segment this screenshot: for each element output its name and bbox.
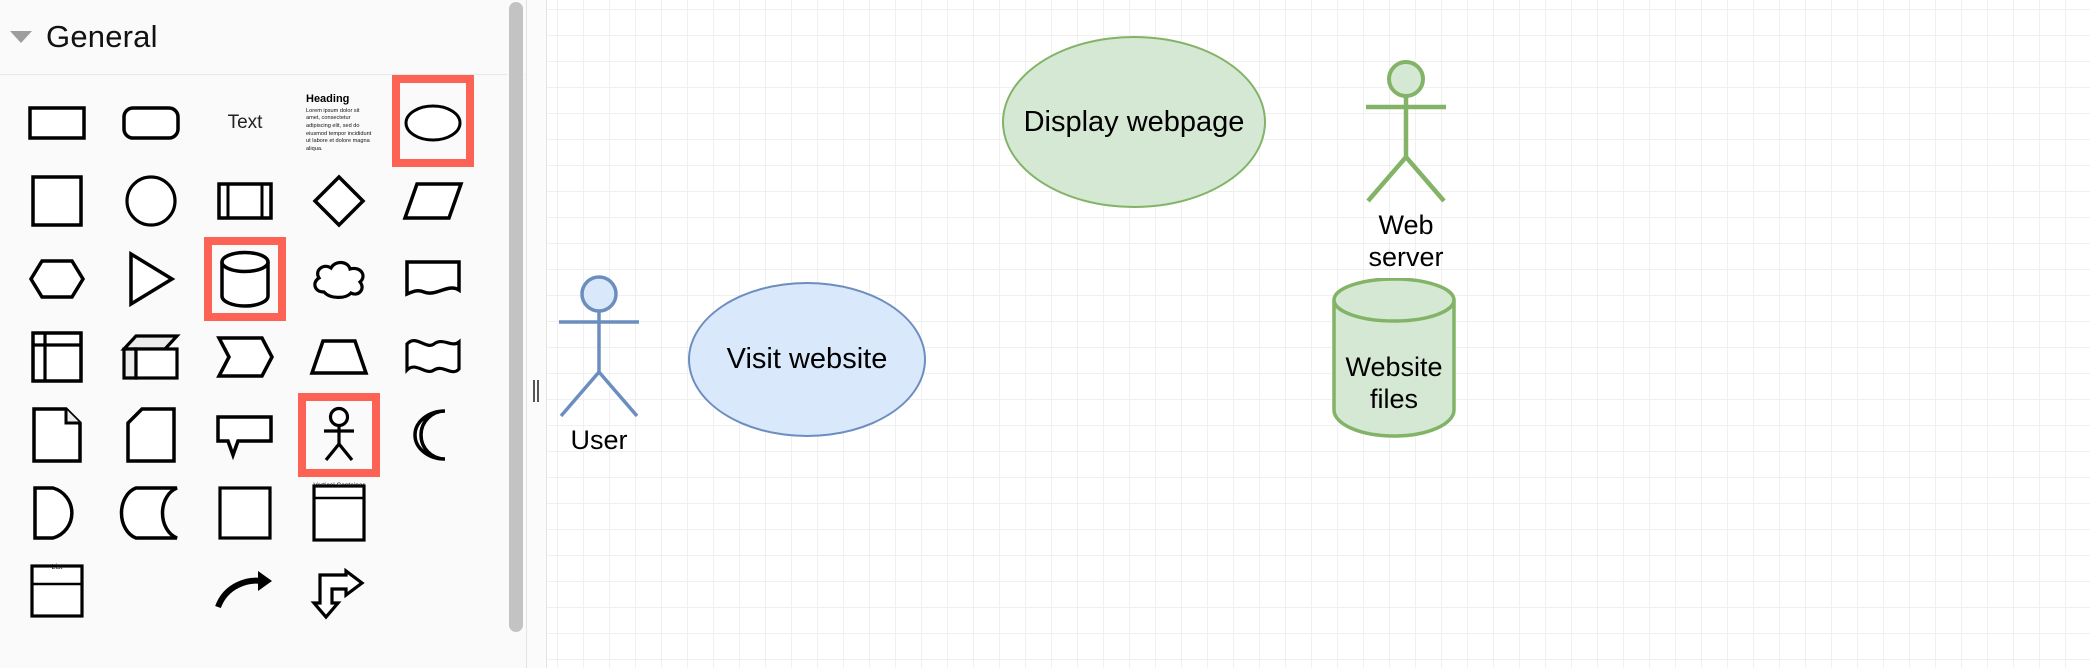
- shape-row: [0, 323, 526, 391]
- panel-splitter[interactable]: [527, 0, 547, 668]
- shape-process[interactable]: [210, 167, 280, 235]
- user-actor-icon[interactable]: [547, 273, 663, 423]
- shape-row: Text Heading Lorem ipsum dolor sit amet,…: [0, 75, 526, 167]
- caret-down-icon[interactable]: [10, 31, 32, 43]
- shape-or[interactable]: [398, 401, 468, 469]
- shape-section-title: General: [46, 19, 158, 54]
- shape-ellipse[interactable]: [392, 75, 474, 167]
- shape-curved-arrow[interactable]: [210, 557, 280, 625]
- shape-rounded-rectangle[interactable]: [116, 89, 186, 157]
- shape-textbox-body: Lorem ipsum dolor sit amet, consectetur …: [306, 107, 372, 152]
- node-website-files[interactable]: Website files: [1332, 278, 1456, 438]
- display-webpage-label: Display webpage: [1023, 105, 1245, 138]
- shape-cylinder[interactable]: [204, 237, 286, 321]
- shape-data-storage[interactable]: [116, 479, 186, 547]
- diagram-canvas[interactable]: Display webpage Web server User Visit we…: [547, 0, 2090, 668]
- shape-triangle[interactable]: [116, 245, 186, 313]
- shape-callout[interactable]: [210, 401, 280, 469]
- shape-row: List: [0, 557, 526, 625]
- shape-spacer: [116, 557, 186, 625]
- shape-hexagon[interactable]: [22, 245, 92, 313]
- web-server-label: Web server: [1368, 210, 1444, 272]
- shape-rectangle[interactable]: [22, 89, 92, 157]
- shape-vertical-container[interactable]: Vertical Container: [304, 479, 374, 547]
- shape-internal-storage[interactable]: [22, 323, 92, 391]
- shape-double-arrow[interactable]: [304, 557, 374, 625]
- shape-row: Vertical Container: [0, 479, 526, 547]
- shape-list-label: List: [51, 564, 63, 571]
- shape-text-label: Text: [227, 112, 263, 133]
- web-server-actor-icon[interactable]: [1342, 58, 1470, 208]
- shape-vertical-container-label: Vertical Container: [313, 482, 365, 489]
- shape-cloud[interactable]: [304, 245, 374, 313]
- shape-list[interactable]: List: [22, 557, 92, 625]
- shape-row: [0, 393, 526, 477]
- user-label: User: [570, 425, 628, 455]
- shape-text[interactable]: Text: [210, 89, 280, 157]
- shape-tape[interactable]: [398, 323, 468, 391]
- shape-trapezoid[interactable]: [304, 323, 374, 391]
- node-visit-website[interactable]: Visit website: [688, 282, 926, 437]
- shape-grid: Text Heading Lorem ipsum dolor sit amet,…: [0, 75, 526, 625]
- display-webpage-ellipse[interactable]: Display webpage: [1002, 36, 1266, 208]
- shape-and[interactable]: [22, 479, 92, 547]
- shape-row: [0, 237, 526, 321]
- shape-note[interactable]: [22, 401, 92, 469]
- shape-actor[interactable]: [298, 393, 380, 477]
- node-display-webpage[interactable]: Display webpage: [1002, 36, 1266, 208]
- node-web-server[interactable]: Web server: [1342, 58, 1470, 272]
- drag-handle-icon[interactable]: [533, 380, 542, 402]
- shape-card[interactable]: [116, 401, 186, 469]
- website-files-label: Website files: [1345, 352, 1443, 414]
- shape-document[interactable]: [398, 245, 468, 313]
- node-user[interactable]: User: [547, 273, 663, 463]
- shape-step[interactable]: [210, 323, 280, 391]
- shape-textbox[interactable]: Heading Lorem ipsum dolor sit amet, cons…: [304, 89, 374, 157]
- shape-square[interactable]: [22, 167, 92, 235]
- shape-circle[interactable]: [116, 167, 186, 235]
- shape-panel: General Text Heading Lorem ipsum dolor s…: [0, 0, 527, 668]
- shape-textbox-heading: Heading: [306, 92, 350, 105]
- shape-container[interactable]: [210, 479, 280, 547]
- diagram-editor-window: General Text Heading Lorem ipsum dolor s…: [0, 0, 2090, 668]
- shape-diamond[interactable]: [304, 167, 374, 235]
- shape-panel-scrollbar-track[interactable]: [507, 0, 525, 668]
- shape-section-header-general[interactable]: General: [0, 0, 526, 75]
- shape-cube[interactable]: [116, 323, 186, 391]
- shape-row: [0, 167, 526, 235]
- shape-parallelogram[interactable]: [398, 167, 468, 235]
- shape-panel-scrollbar-thumb[interactable]: [509, 2, 523, 632]
- visit-website-label: Visit website: [726, 343, 888, 375]
- visit-website-ellipse[interactable]: Visit website: [688, 282, 926, 437]
